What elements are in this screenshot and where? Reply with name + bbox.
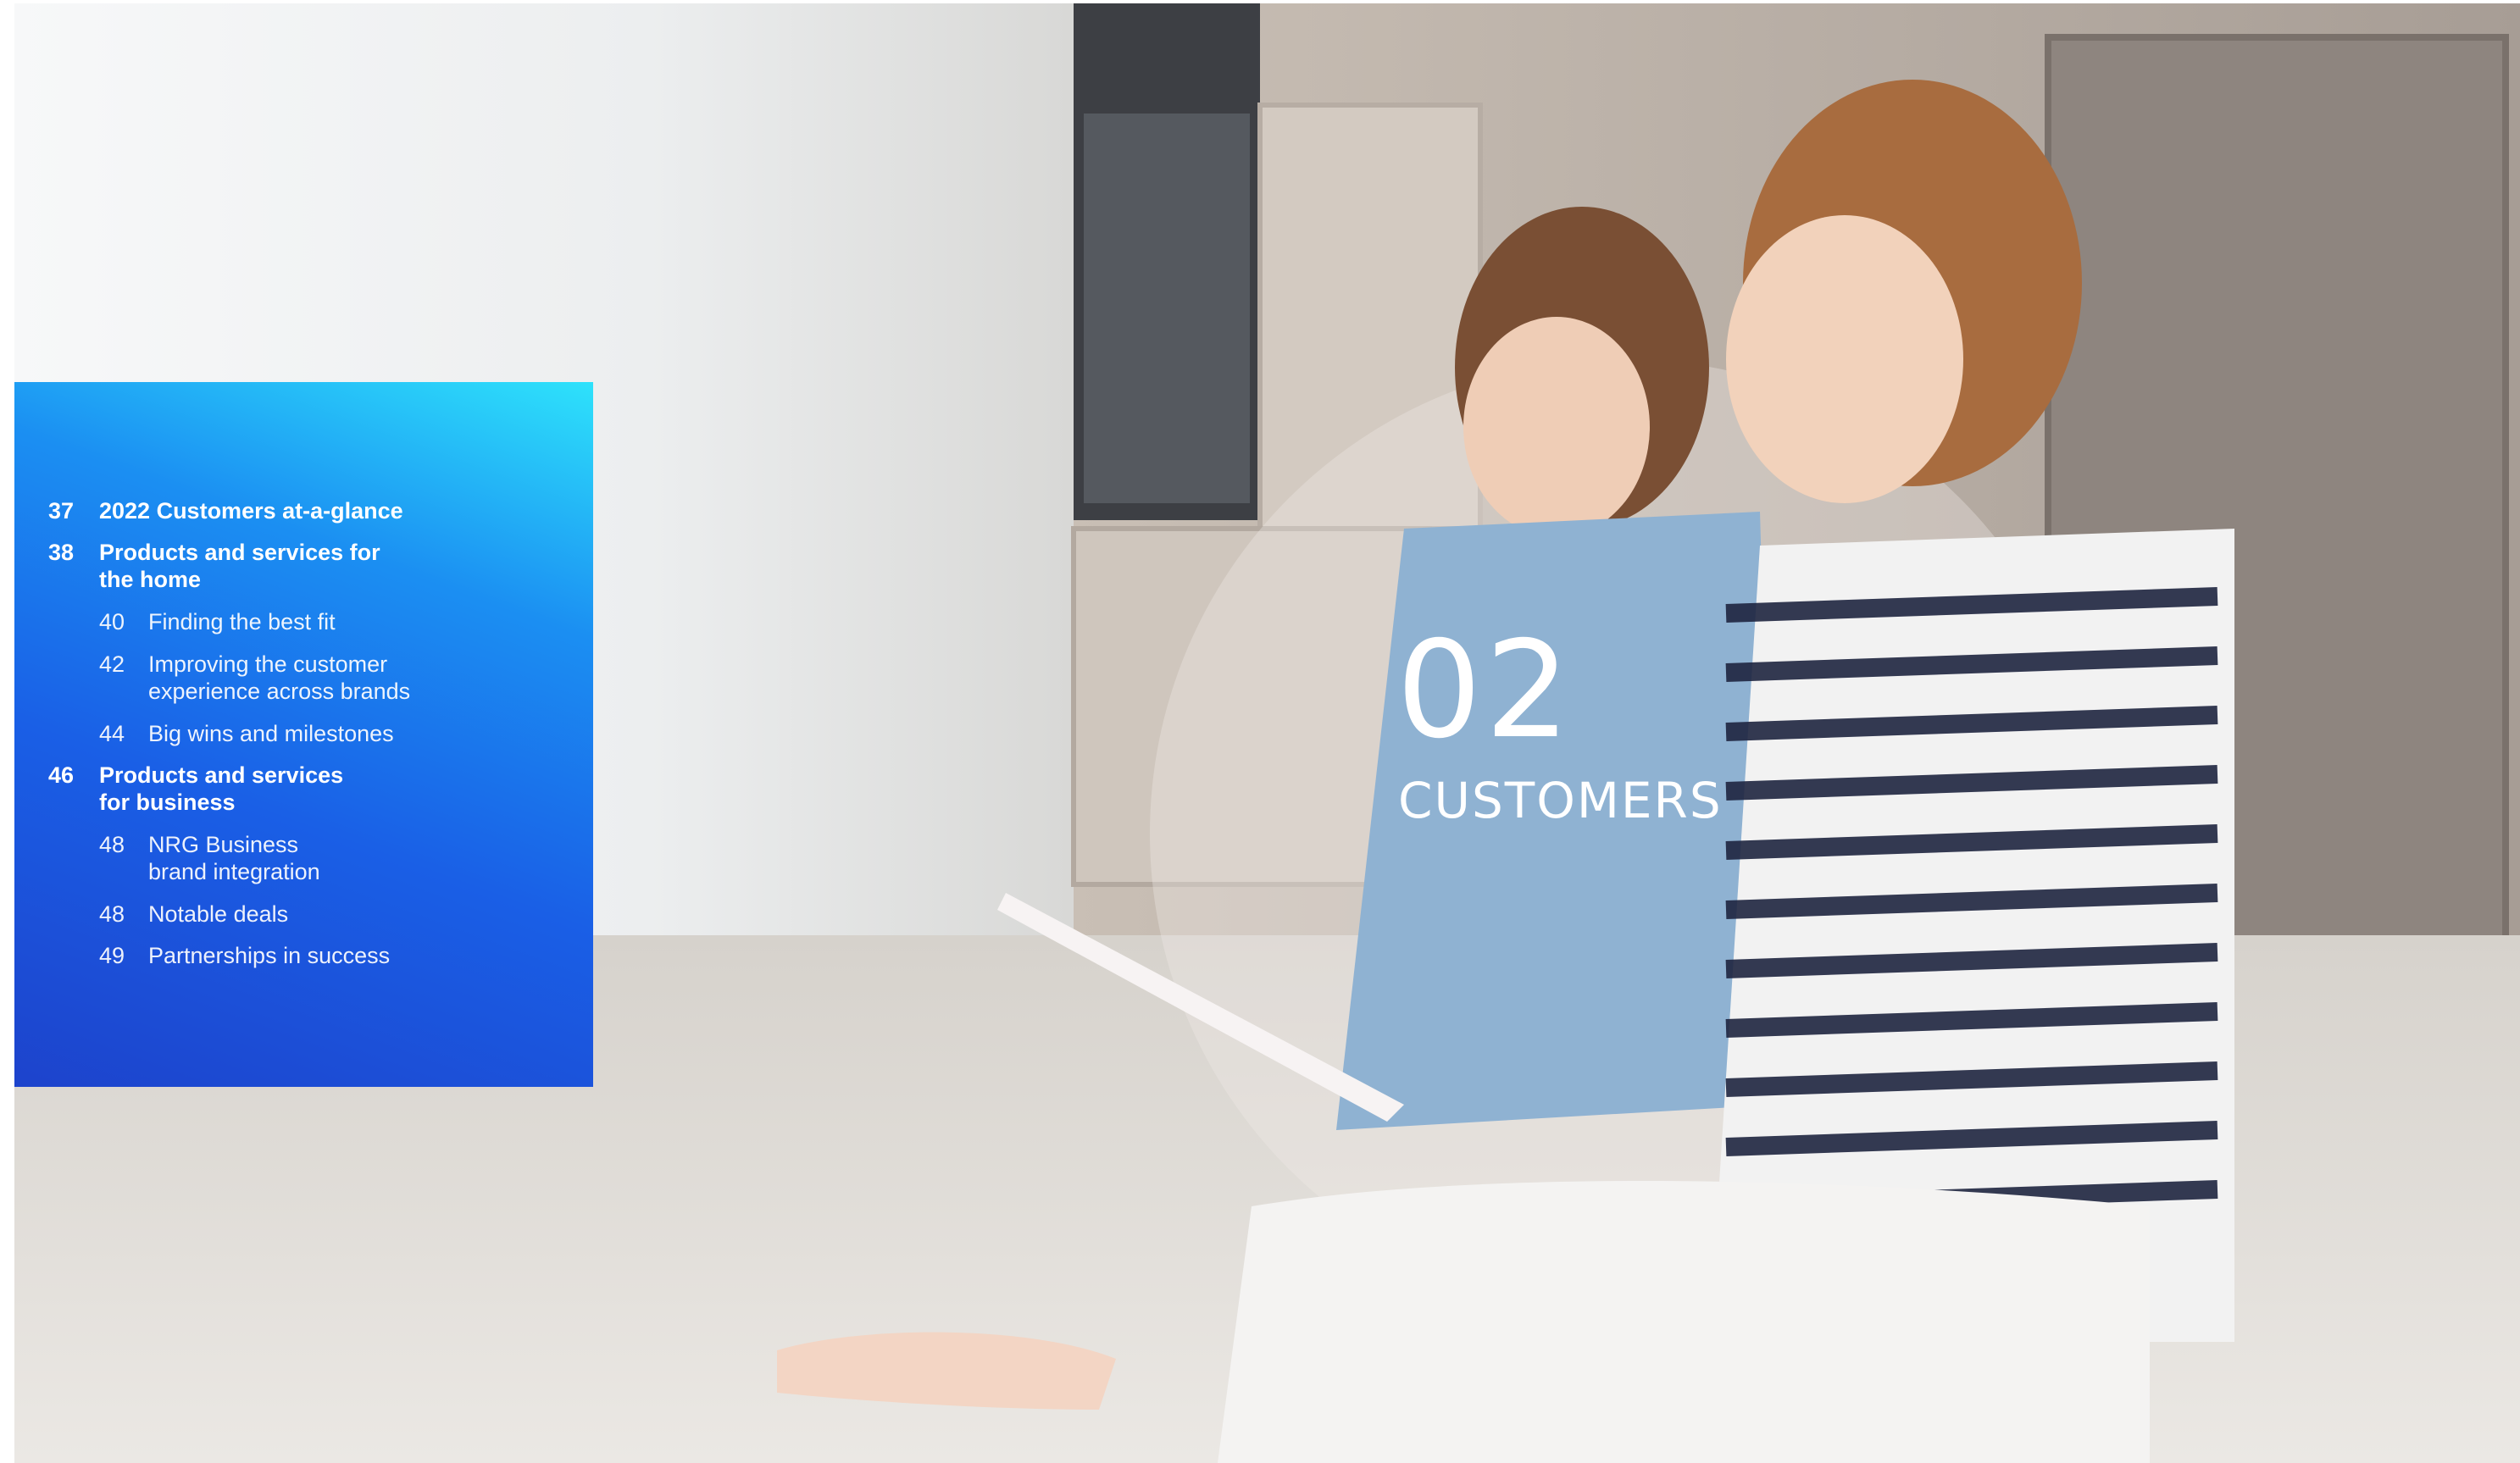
toc-label: NRG Business brand integration <box>148 832 320 884</box>
toc-label: Finding the best fit <box>148 609 336 635</box>
toc-page-number: 48 <box>99 901 125 927</box>
table-of-contents: 37 2022 Customers at-a-glance 38 Product… <box>14 382 593 1087</box>
toc-item-partnerships-in-success[interactable]: 49 Partnerships in success <box>99 942 390 969</box>
toc-page-number: 49 <box>99 943 125 968</box>
table-of-contents-panel: 37 2022 Customers at-a-glance 38 Product… <box>14 382 593 1087</box>
toc-label: Big wins and milestones <box>148 721 394 746</box>
toc-page-number: 44 <box>99 721 125 746</box>
toc-item-improving-customer-experience[interactable]: 42 Improving the customer experience acr… <box>99 651 410 705</box>
toc-label: Products and services for business <box>99 762 344 815</box>
toc-item-products-for-home[interactable]: 38 Products and services for the home <box>48 539 380 593</box>
report-page: 37 2022 Customers at-a-glance 38 Product… <box>0 0 2520 1463</box>
toc-item-nrg-business-brand-integration[interactable]: 48 NRG Business brand integration <box>99 831 320 885</box>
toc-label: 2022 Customers at-a-glance <box>99 498 403 524</box>
toc-label: Notable deals <box>148 901 289 927</box>
section-title: CUSTOMERS <box>1398 772 1723 829</box>
toc-page-number: 48 <box>99 832 125 857</box>
toc-page-number: 38 <box>48 540 75 565</box>
toc-label: Products and services for the home <box>99 540 380 592</box>
toc-label: Partnerships in success <box>148 943 391 968</box>
section-number: 02 <box>1396 612 1574 768</box>
toc-page-number: 42 <box>99 651 125 677</box>
toc-item-big-wins-milestones[interactable]: 44 Big wins and milestones <box>99 720 394 747</box>
toc-label: Improving the customer experience across… <box>148 651 411 704</box>
toc-item-notable-deals[interactable]: 48 Notable deals <box>99 901 288 928</box>
toc-item-finding-best-fit[interactable]: 40 Finding the best fit <box>99 608 336 635</box>
toc-item-products-for-business[interactable]: 46 Products and services for business <box>48 762 343 816</box>
toc-page-number: 46 <box>48 762 75 788</box>
toc-page-number: 37 <box>48 498 75 524</box>
toc-item-customers-at-a-glance[interactable]: 37 2022 Customers at-a-glance <box>48 497 403 524</box>
toc-page-number: 40 <box>99 609 125 635</box>
